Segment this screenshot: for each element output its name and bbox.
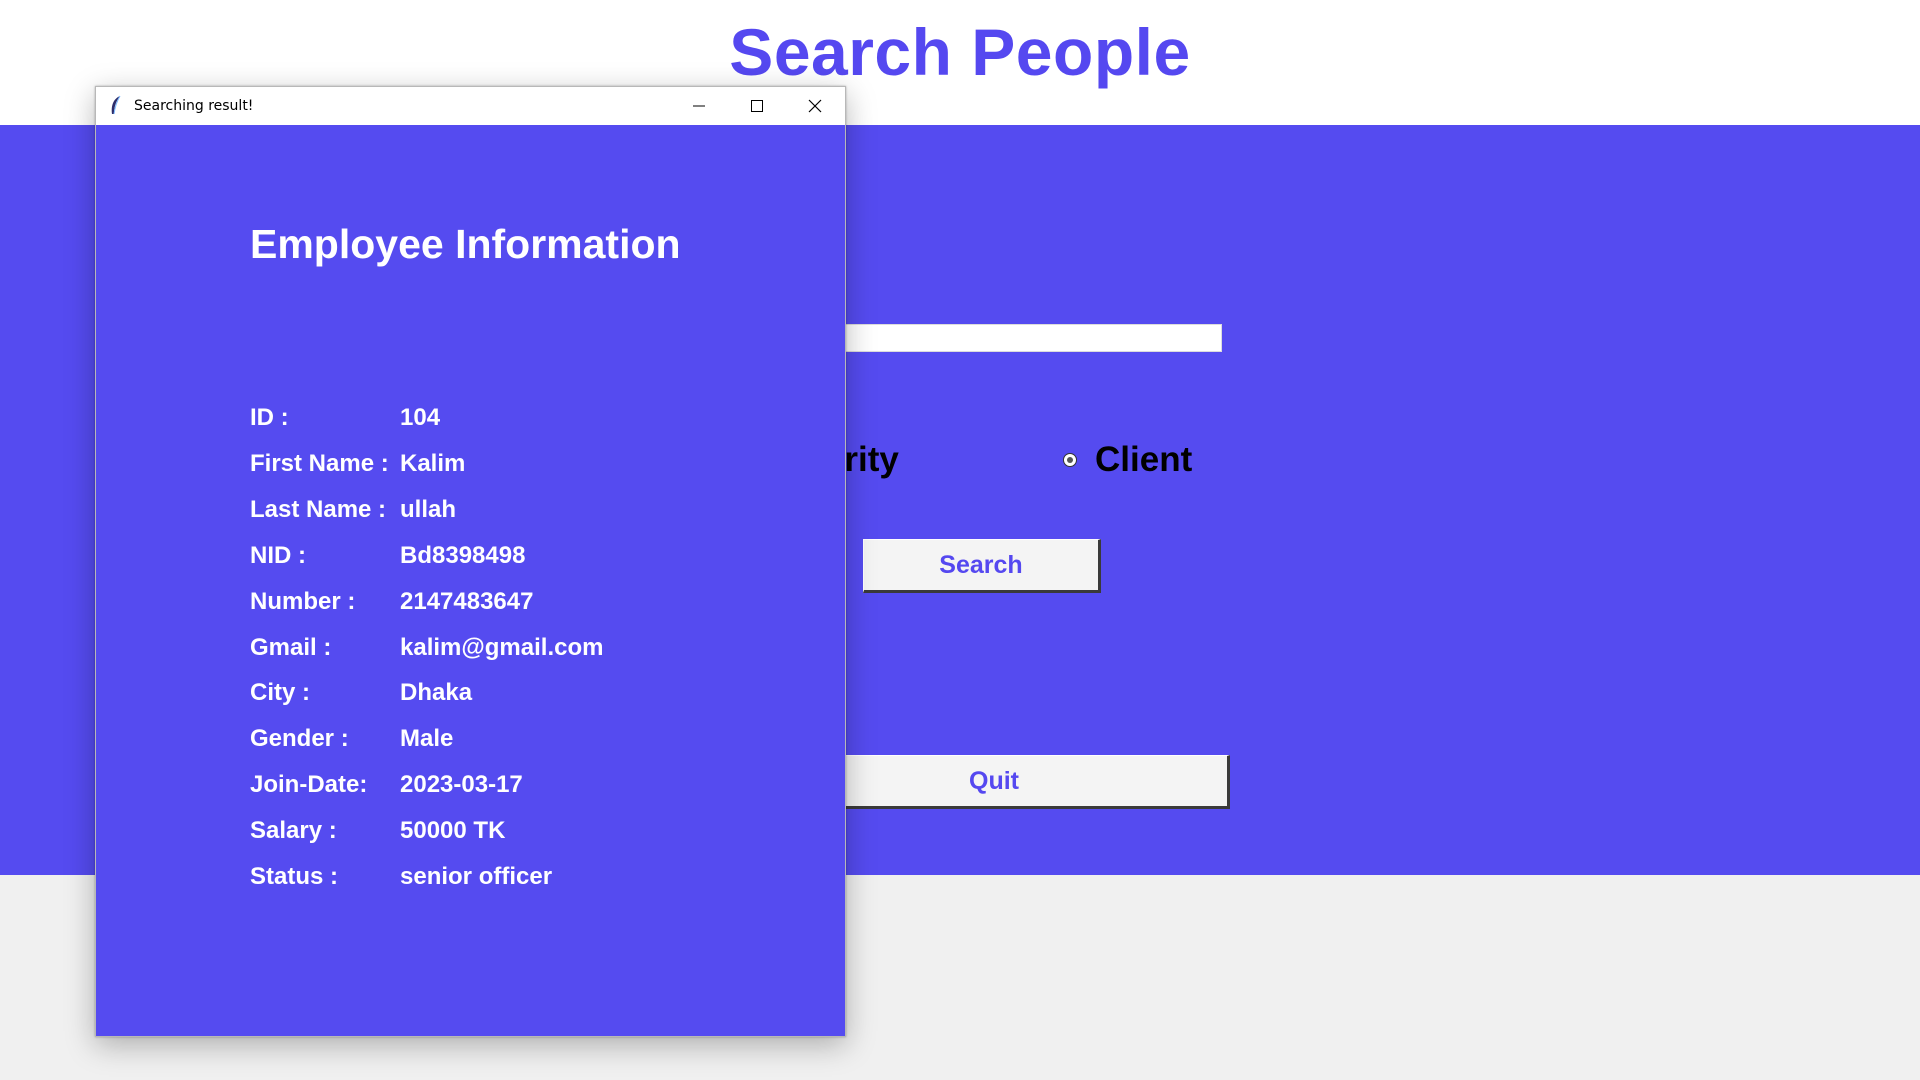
info-row-gmail: Gmail : kalim@gmail.com — [250, 633, 603, 663]
minimize-icon — [693, 105, 705, 107]
info-value: 2023-03-17 — [400, 771, 523, 798]
info-row-status: Status : senior officer — [250, 862, 552, 892]
info-row-last-name: Last Name : ullah — [250, 495, 456, 525]
info-label: Gmail : — [250, 634, 332, 661]
dialog-titlebar[interactable]: Searching result! — [96, 87, 845, 125]
info-value: Kalim — [400, 450, 466, 477]
info-row-salary: Salary : 50000 TK — [250, 816, 505, 846]
info-row-join-date: Join-Date: 2023-03-17 — [250, 770, 523, 800]
employee-info-heading: Employee Information — [250, 221, 681, 267]
info-value: kalim@gmail.com — [400, 634, 604, 661]
info-label: First Name : — [250, 450, 389, 477]
info-value: Male — [400, 725, 454, 752]
info-row-city: City : Dhaka — [250, 678, 472, 708]
info-label: Last Name : — [250, 496, 387, 523]
info-row-number: Number : 2147483647 — [250, 587, 533, 617]
page-title: Search People — [729, 15, 1191, 89]
radio-client-label[interactable]: Client — [1095, 440, 1192, 480]
info-value: ullah — [400, 496, 457, 523]
info-value: 2147483647 — [400, 588, 534, 615]
radio-client[interactable] — [1063, 453, 1077, 467]
info-label: Number : — [250, 588, 356, 615]
info-label: ID : — [250, 404, 289, 431]
info-value: senior officer — [400, 863, 553, 890]
feather-icon — [111, 95, 121, 115]
info-value: 104 — [400, 404, 441, 431]
info-value: Bd8398498 — [400, 542, 526, 569]
maximize-button[interactable] — [728, 87, 786, 125]
info-label: Salary : — [250, 817, 337, 844]
info-label: City : — [250, 679, 310, 706]
info-row-gender: Gender : Male — [250, 724, 453, 754]
search-result-dialog: Searching result! Employee Information I… — [95, 86, 846, 1037]
maximize-icon — [751, 100, 763, 112]
info-value: 50000 TK — [400, 817, 506, 844]
close-button[interactable] — [786, 87, 844, 125]
info-label: Join-Date: — [250, 771, 368, 798]
info-value: Dhaka — [400, 679, 473, 706]
info-row-nid: NID : Bd8398498 — [250, 541, 525, 571]
search-button[interactable]: Search — [863, 539, 1101, 593]
info-row-id: ID : 104 — [250, 403, 440, 433]
close-icon — [808, 99, 822, 113]
info-row-first-name: First Name : Kalim — [250, 449, 465, 479]
dialog-title: Searching result! — [134, 98, 254, 114]
minimize-button[interactable] — [670, 87, 728, 125]
info-label: Gender : — [250, 725, 349, 752]
info-label: Status : — [250, 863, 339, 890]
info-label: NID : — [250, 542, 306, 569]
